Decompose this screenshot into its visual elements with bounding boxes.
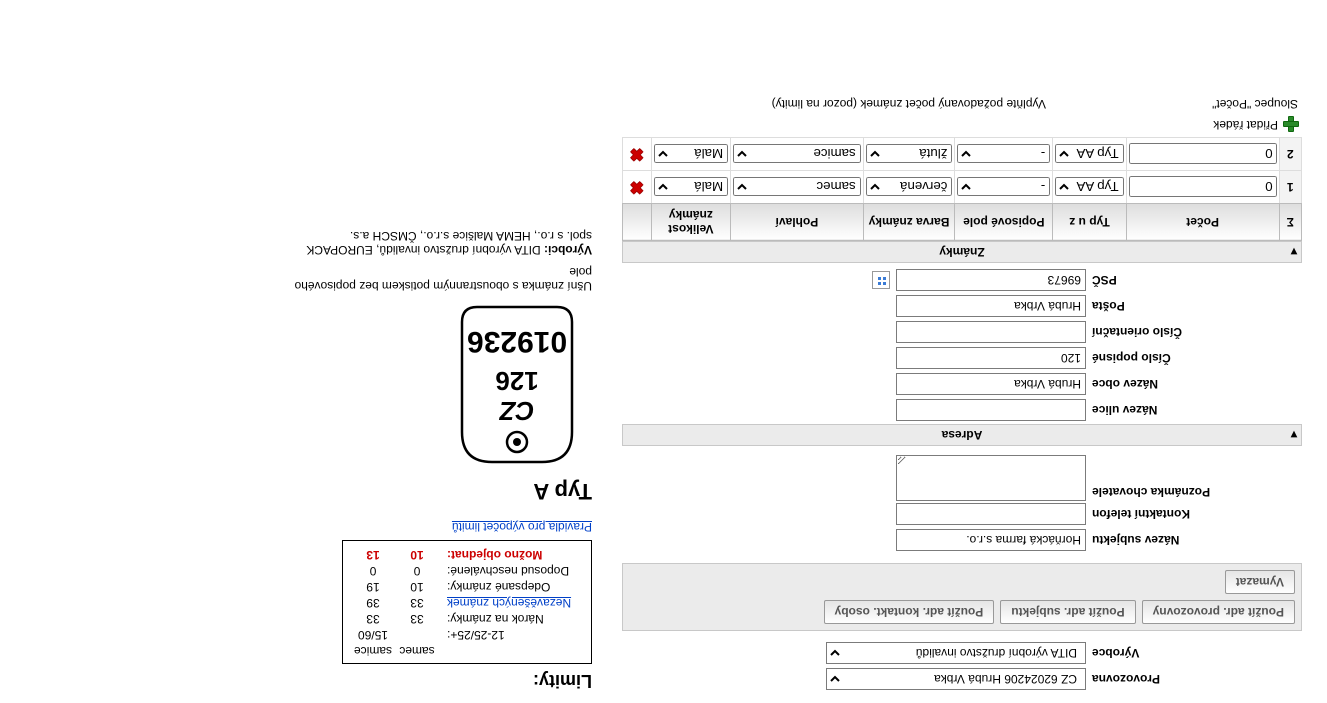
typ-title: Typ A — [292, 478, 592, 504]
r6-a: 10 — [395, 547, 439, 563]
table-row: 2 Typ AA - žlutá samice Malá ✖ — [623, 138, 1302, 171]
collapse-icon: ▾ — [1291, 246, 1297, 258]
r1-b: 15/60 — [351, 627, 395, 643]
pop-select[interactable]: - — [957, 145, 1050, 164]
table-row: 1 Typ AA - červená samec Malá ✖ — [623, 171, 1302, 204]
use-subjekt-button[interactable]: Použít adr. subjektu — [1000, 600, 1135, 624]
ear-tag-image: CZ 126 019236 — [442, 299, 592, 472]
barva-select[interactable]: červená — [866, 178, 953, 197]
svg-text:CZ: CZ — [499, 396, 535, 426]
tag-desc1: Ušní známka s oboustranným potiskem bez … — [292, 265, 592, 293]
add-row-label: Přidat řádek — [1213, 118, 1278, 132]
vyrobce-label: Výrobce — [1086, 647, 1302, 661]
obec-label: Název obce — [1086, 378, 1302, 392]
provozovna-select[interactable]: CZ 62024206 Hrubá Vrbka — [826, 669, 1086, 691]
r4-a: 10 — [395, 579, 439, 595]
pohl-select[interactable]: samice — [733, 145, 861, 164]
address-buttons: Použít adr. provozovny Použít adr. subje… — [622, 563, 1302, 631]
hdr-samice: samice — [351, 643, 395, 659]
r2-label: Nárok na známky: — [439, 611, 583, 627]
limits-box: samec samice 12-25/25+: 15/60 Nárok na z… — [342, 540, 592, 664]
r2-a: 33 — [395, 611, 439, 627]
delete-row-icon[interactable]: ✖ — [630, 145, 643, 162]
delete-row-icon[interactable]: ✖ — [630, 178, 643, 195]
limits-title: Limity: — [292, 670, 592, 691]
pohl-select[interactable]: samec — [733, 178, 861, 197]
vymazat-button[interactable]: Vymazat — [1225, 570, 1295, 594]
plus-icon — [1284, 117, 1300, 133]
r2-b: 33 — [351, 611, 395, 627]
hint-text: Vyplňte požadovaný počet známek (pozor n… — [626, 97, 1046, 111]
pop-select[interactable]: - — [957, 178, 1050, 197]
col-vel: Velikost známky — [651, 204, 731, 241]
add-row-button[interactable]: Přidat řádek — [622, 113, 1302, 137]
col-pop: Popisové pole — [955, 204, 1053, 241]
col-barva: Barva známky — [863, 204, 955, 241]
psc-input[interactable] — [896, 270, 1086, 292]
znamky-section-header[interactable]: ▾ Známky — [622, 241, 1302, 263]
nezav-link[interactable]: Nezavěšených známek — [447, 596, 571, 610]
ulice-label: Název ulice — [1086, 404, 1302, 418]
co-input[interactable] — [896, 322, 1086, 344]
znamky-title: Známky — [939, 245, 984, 259]
nazev-subjektu-label: Název subjektu — [1086, 534, 1302, 548]
collapse-icon: ▾ — [1291, 429, 1297, 441]
tel-input[interactable] — [896, 504, 1086, 526]
co-label: Číslo orientační — [1086, 326, 1302, 340]
r3-b: 39 — [351, 595, 395, 611]
r4-label: Odepsané známky: — [439, 579, 583, 595]
cp-label: Číslo popisné — [1086, 352, 1302, 366]
vel-select[interactable]: Malá — [654, 178, 729, 197]
typ-select[interactable]: Typ AA — [1055, 178, 1123, 197]
col-del — [623, 204, 652, 241]
pozn-textarea[interactable] — [896, 455, 1086, 501]
nazev-subjektu-input[interactable] — [896, 530, 1086, 552]
col-pohl: Pohlaví — [731, 204, 864, 241]
barva-select[interactable]: žlutá — [866, 145, 953, 164]
svg-text:126: 126 — [495, 366, 538, 396]
provozovna-label: Provozovna — [1086, 673, 1302, 687]
posta-label: Pošta — [1086, 300, 1302, 314]
vel-select[interactable]: Malá — [654, 145, 729, 164]
typ-select[interactable]: Typ AA — [1055, 145, 1123, 164]
r3-a: 33 — [395, 595, 439, 611]
row-number: 1 — [1279, 171, 1301, 204]
vyrobce-row: Výrobce DITA výrobní družstvo invalidů — [622, 641, 1302, 666]
r5-b: 0 — [351, 563, 395, 579]
posta-input[interactable] — [896, 296, 1086, 318]
r6-label: Možno objednat: — [439, 547, 583, 563]
adresa-section-header[interactable]: ▾ Adresa — [622, 424, 1302, 446]
pozn-label: Poznámka chovatele — [1086, 485, 1302, 501]
svg-text:019236: 019236 — [467, 325, 567, 358]
use-osoby-button[interactable]: Použít adr. kontakt. osoby — [824, 600, 995, 624]
hdr-samec: samec — [395, 643, 439, 659]
col-typ: Typ u z — [1053, 204, 1126, 241]
vyrobce-select[interactable]: DITA výrobní družstvo invalidů — [826, 643, 1086, 665]
r4-b: 19 — [351, 579, 395, 595]
r1-label: 12-25/25+: — [439, 627, 583, 643]
pocet-input[interactable] — [1129, 144, 1277, 165]
ulice-input[interactable] — [896, 400, 1086, 422]
row-number: 2 — [1279, 138, 1301, 171]
header-row: Σ Počet Typ u z Popisové pole Barva znám… — [623, 204, 1302, 241]
r5-label: Doposud neschválené: — [439, 563, 583, 579]
rules-link[interactable]: Pravidla pro výpočet limitů — [452, 520, 592, 534]
r6-b: 13 — [351, 547, 395, 563]
address-lookup-icon[interactable] — [872, 272, 890, 290]
use-provoz-button[interactable]: Použít adr. provozovny — [1142, 600, 1295, 624]
r5-a: 0 — [395, 563, 439, 579]
col-sigma: Σ — [1279, 204, 1301, 241]
obec-input[interactable] — [896, 374, 1086, 396]
vyrobci-label: Výrobci: — [544, 243, 592, 257]
psc-label: PSČ — [1086, 274, 1302, 288]
adresa-title: Adresa — [942, 428, 983, 442]
provozovna-row: Provozovna CZ 62024206 Hrubá Vrbka — [622, 667, 1302, 692]
pocet-input[interactable] — [1129, 177, 1277, 198]
cp-input[interactable] — [896, 348, 1086, 370]
tel-label: Kontaktní telefon — [1086, 508, 1302, 522]
znamky-table: Σ Počet Typ u z Popisové pole Barva znám… — [622, 137, 1302, 241]
hint-col-label: Sloupec "Počet" — [1212, 97, 1298, 111]
col-pocet: Počet — [1126, 204, 1279, 241]
